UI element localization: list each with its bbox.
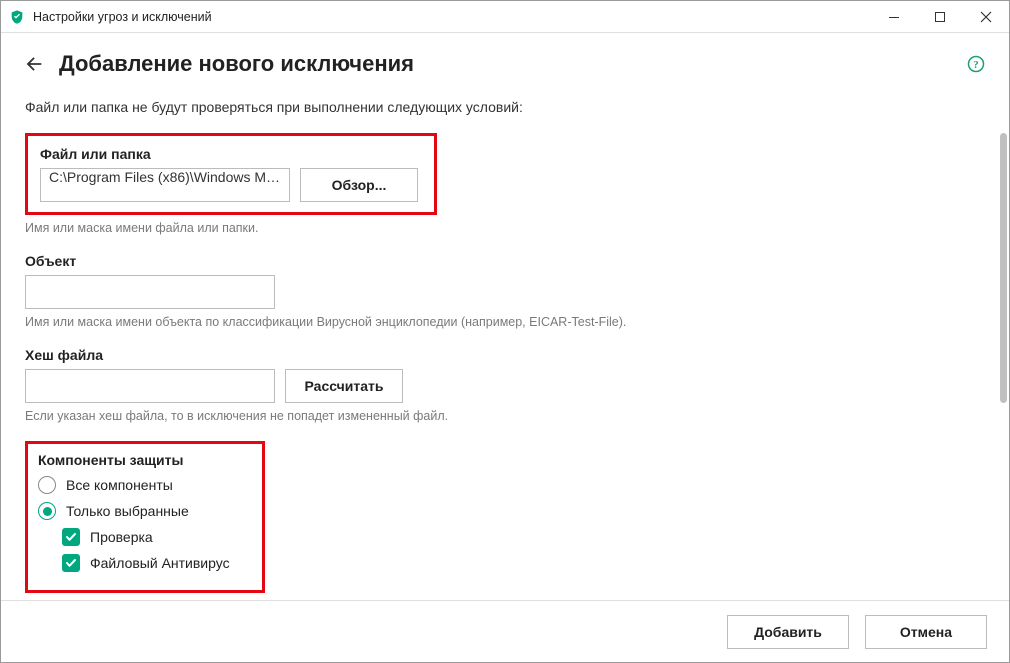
scrollbar[interactable] [995,91,1009,600]
checkbox-file-av[interactable]: Файловый Антивирус [62,554,252,572]
svg-text:?: ? [973,59,978,71]
app-window: Настройки угроз и исключений Добавление … [0,0,1010,663]
radio-selected-only[interactable]: Только выбранные [38,502,252,520]
back-arrow-icon[interactable] [23,53,45,75]
hash-input[interactable] [25,369,275,403]
file-hint: Имя или маска имени файла или папки. [25,221,971,235]
window-title: Настройки угроз и исключений [33,10,212,24]
radio-icon [38,476,56,494]
content-area: Файл или папка не будут проверяться при … [1,91,995,600]
check-label: Файловый Антивирус [90,555,230,571]
checkbox-scan[interactable]: Проверка [62,528,252,546]
titlebar: Настройки угроз и исключений [1,1,1009,33]
components-label: Компоненты защиты [38,452,252,468]
radio-all-components[interactable]: Все компоненты [38,476,252,494]
object-label: Объект [25,253,971,269]
file-path-input[interactable]: C:\Program Files (x86)\Windows Medi [40,168,290,202]
body-wrap: Файл или папка не будут проверяться при … [1,91,1009,600]
hash-hint: Если указан хеш файла, то в исключения н… [25,409,971,423]
help-icon[interactable]: ? [965,53,987,75]
hash-label: Хеш файла [25,347,971,363]
minimize-button[interactable] [871,2,917,32]
browse-button[interactable]: Обзор... [300,168,418,202]
page-title: Добавление нового исключения [59,51,414,77]
scrollbar-thumb[interactable] [1000,133,1007,403]
close-button[interactable] [963,2,1009,32]
radio-all-label: Все компоненты [66,477,173,493]
components-highlight: Компоненты защиты Все компоненты Только … [25,441,265,593]
calculate-button[interactable]: Рассчитать [285,369,403,403]
check-label: Проверка [90,529,153,545]
window-controls [871,2,1009,32]
shield-icon [9,9,25,25]
file-section-highlight: Файл или папка C:\Program Files (x86)\Wi… [25,133,437,215]
add-button[interactable]: Добавить [727,615,849,649]
object-input[interactable] [25,275,275,309]
object-hint: Имя или маска имени объекта по классифик… [25,315,971,329]
intro-text: Файл или папка не будут проверяться при … [25,99,971,115]
checkbox-icon [62,528,80,546]
checkbox-icon [62,554,80,572]
radio-icon [38,502,56,520]
radio-selected-label: Только выбранные [66,503,189,519]
file-label: Файл или папка [40,146,422,162]
page-header: Добавление нового исключения ? [1,33,1009,91]
cancel-button[interactable]: Отмена [865,615,987,649]
maximize-button[interactable] [917,2,963,32]
footer: Добавить Отмена [1,600,1009,662]
